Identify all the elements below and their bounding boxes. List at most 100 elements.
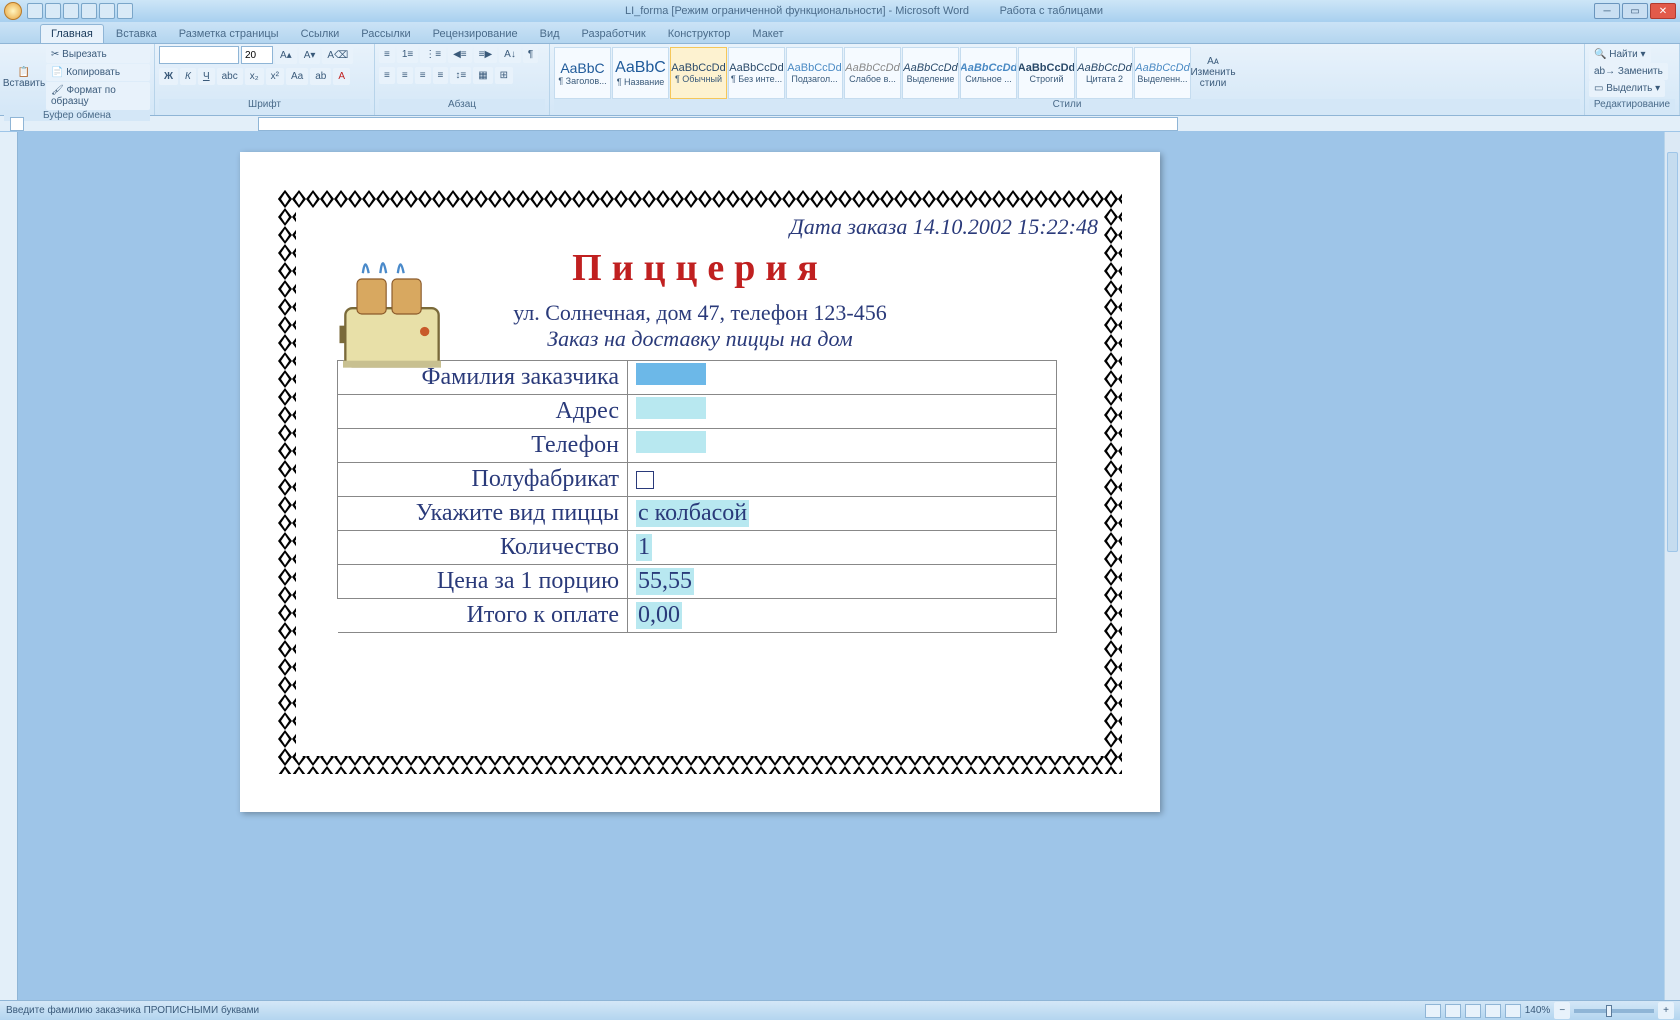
doc-title: LI_forma [Режим ограниченной функциональ…	[625, 5, 969, 17]
qat-btn-4[interactable]	[81, 3, 97, 19]
select-button[interactable]: ▭ Выделить ▾	[1589, 80, 1665, 97]
style-heading[interactable]: AaBbC¶ Заголов...	[554, 47, 611, 99]
maximize-button[interactable]: ▭	[1622, 3, 1648, 19]
style-gallery[interactable]: AaBbC¶ Заголов... AaBbC¶ Название AaBbCc…	[554, 47, 1191, 99]
justify-button[interactable]: ≡	[433, 67, 449, 84]
tab-layout[interactable]: Разметка страницы	[169, 25, 289, 43]
align-center-button[interactable]: ≡	[397, 67, 413, 84]
tab-mailings[interactable]: Рассылки	[351, 25, 420, 43]
vertical-scrollbar[interactable]	[1664, 132, 1680, 1000]
field-price[interactable]: 55,55	[628, 565, 1057, 599]
label-semifinished: Полуфабрикат	[338, 463, 628, 497]
horizontal-ruler[interactable]	[258, 117, 1178, 131]
font-size-combo[interactable]	[241, 46, 273, 64]
checkbox-icon[interactable]	[636, 471, 654, 489]
cut-button[interactable]: ✂ Вырезать	[46, 46, 150, 63]
status-message: Введите фамилию заказчика ПРОПИСНЫМИ бук…	[6, 1005, 259, 1016]
style-subtitle[interactable]: AaBbCcDdПодзагол...	[786, 47, 843, 99]
numbering-button[interactable]: 1≡	[397, 46, 418, 63]
copy-button[interactable]: 📄 Копировать	[46, 64, 150, 81]
view-draft-button[interactable]	[1505, 1004, 1521, 1018]
strike-button[interactable]: abc	[217, 68, 243, 85]
style-strong[interactable]: AaBbCcDdСтрогий	[1018, 47, 1075, 99]
align-right-button[interactable]: ≡	[415, 67, 431, 84]
indent-button[interactable]: ≡▶	[474, 46, 498, 63]
field-phone[interactable]	[628, 429, 1057, 463]
outdent-button[interactable]: ◀≡	[448, 46, 472, 63]
tab-review[interactable]: Рецензирование	[423, 25, 528, 43]
shading-button[interactable]: ▦	[473, 67, 492, 84]
field-semifinished[interactable]	[628, 463, 1057, 497]
grow-font-button[interactable]: A▴	[275, 47, 297, 64]
tab-selector[interactable]	[10, 117, 24, 131]
style-emphasis[interactable]: AaBbCcDdВыделение	[902, 47, 959, 99]
view-outline-button[interactable]	[1485, 1004, 1501, 1018]
qat-btn-5[interactable]	[99, 3, 115, 19]
style-nospacing[interactable]: AaBbCcDd¶ Без инте...	[728, 47, 785, 99]
zoom-out-button[interactable]: −	[1554, 1002, 1570, 1019]
sort-button[interactable]: A↓	[499, 46, 521, 63]
font-color-button[interactable]: A	[333, 68, 350, 85]
qat-btn-3[interactable]	[63, 3, 79, 19]
paste-button[interactable]: 📋 Вставить	[4, 52, 44, 104]
borders-button[interactable]: ⊞	[495, 67, 513, 84]
shrink-font-button[interactable]: A▾	[299, 47, 321, 64]
field-address[interactable]	[628, 395, 1057, 429]
tab-design[interactable]: Конструктор	[658, 25, 741, 43]
font-name-combo[interactable]	[159, 46, 239, 64]
subscript-button[interactable]: x₂	[245, 68, 264, 85]
superscript-button[interactable]: x²	[266, 68, 284, 85]
find-button[interactable]: 🔍 Найти ▾	[1589, 46, 1651, 63]
style-intense-quote[interactable]: AaBbCcDdВыделенн...	[1134, 47, 1191, 99]
close-button[interactable]: ✕	[1650, 3, 1676, 19]
label-price: Цена за 1 порцию	[338, 565, 628, 599]
underline-button[interactable]: Ч	[198, 68, 215, 85]
multilevel-button[interactable]: ⋮≡	[420, 46, 446, 63]
label-address: Адрес	[338, 395, 628, 429]
tab-home[interactable]: Главная	[40, 24, 104, 43]
italic-button[interactable]: К	[180, 68, 196, 85]
qat-btn-1[interactable]	[27, 3, 43, 19]
tab-tablelayout[interactable]: Макет	[742, 25, 793, 43]
field-pizza-type[interactable]: с колбасой	[628, 497, 1057, 531]
qat-btn-6[interactable]	[117, 3, 133, 19]
format-painter-button[interactable]: 🖌 Формат по образцу	[46, 82, 150, 110]
zoom-slider-thumb[interactable]	[1606, 1005, 1612, 1017]
tab-insert[interactable]: Вставка	[106, 25, 167, 43]
case-button[interactable]: Aa	[286, 68, 308, 85]
highlight-button[interactable]: ab	[310, 68, 331, 85]
field-total[interactable]: 0,00	[628, 599, 1057, 633]
style-intense-em[interactable]: AaBbCcDdСильное ...	[960, 47, 1017, 99]
style-title[interactable]: AaBbC¶ Название	[612, 47, 669, 99]
style-quote[interactable]: AaBbCcDdЦитата 2	[1076, 47, 1133, 99]
view-web-button[interactable]	[1465, 1004, 1481, 1018]
field-lastname[interactable]	[628, 361, 1057, 395]
group-font-label: Шрифт	[159, 99, 370, 113]
zoom-level[interactable]: 140%	[1525, 1005, 1551, 1016]
tab-developer[interactable]: Разработчик	[572, 25, 656, 43]
zoom-in-button[interactable]: +	[1658, 1002, 1674, 1019]
tab-references[interactable]: Ссылки	[291, 25, 350, 43]
scroll-thumb[interactable]	[1667, 152, 1678, 552]
view-print-button[interactable]	[1425, 1004, 1441, 1018]
zoom-slider[interactable]	[1574, 1009, 1654, 1013]
qat-btn-2[interactable]	[45, 3, 61, 19]
office-button[interactable]	[4, 2, 22, 20]
label-pizza-type: Укажите вид пиццы	[338, 497, 628, 531]
change-styles-button[interactable]: Aᴀ Изменить стили	[1193, 47, 1233, 99]
order-form-table[interactable]: Фамилия заказчика Адрес Телефон Полуфабр…	[337, 360, 1057, 633]
line-spacing-button[interactable]: ↕≡	[450, 67, 471, 84]
style-subtle-em[interactable]: AaBbCcDdСлабое в...	[844, 47, 901, 99]
replace-button[interactable]: ab→ Заменить	[1589, 63, 1668, 80]
minimize-button[interactable]: ─	[1594, 3, 1620, 19]
field-quantity[interactable]: 1	[628, 531, 1057, 565]
bold-button[interactable]: Ж	[159, 68, 178, 85]
vertical-ruler[interactable]	[0, 132, 18, 1000]
show-marks-button[interactable]: ¶	[523, 46, 538, 63]
clear-format-button[interactable]: A⌫	[322, 47, 353, 64]
bullets-button[interactable]: ≡	[379, 46, 395, 63]
tab-view[interactable]: Вид	[530, 25, 570, 43]
style-normal[interactable]: AaBbCcDd¶ Обычный	[670, 47, 727, 99]
view-fullscreen-button[interactable]	[1445, 1004, 1461, 1018]
align-left-button[interactable]: ≡	[379, 67, 395, 84]
